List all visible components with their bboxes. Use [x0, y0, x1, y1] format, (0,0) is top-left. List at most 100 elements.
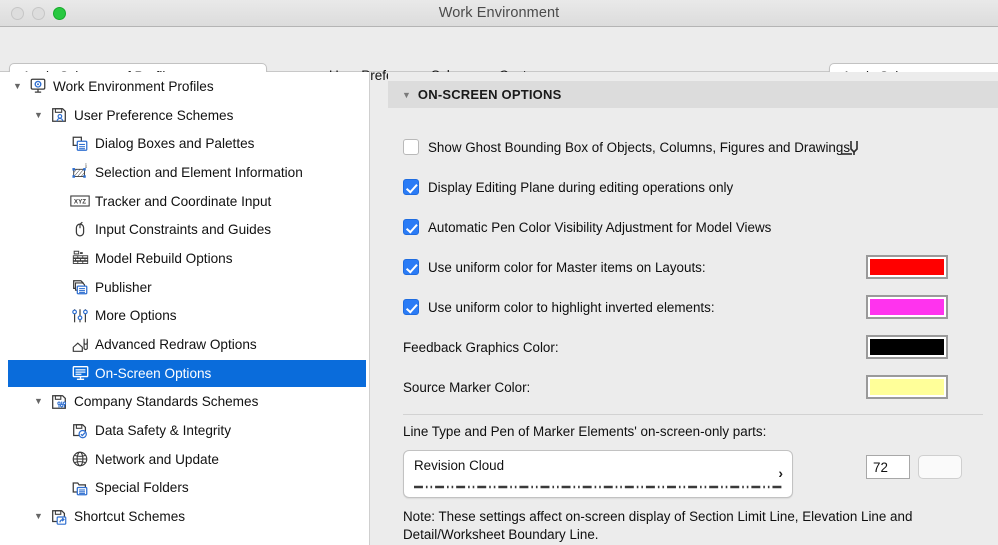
label-source-marker-color: Source Marker Color:: [403, 380, 531, 395]
triangle-down-icon: ▼: [402, 89, 411, 100]
zoom-button[interactable]: [53, 7, 66, 20]
chevron-right-icon: ›: [778, 465, 783, 481]
minimize-button[interactable]: [32, 7, 45, 20]
sidebar-item-user-preference-schemes[interactable]: ▼ User Preference Schemes: [0, 101, 369, 130]
sidebar-item-on-screen-options[interactable]: On-Screen Options: [0, 359, 369, 388]
close-button[interactable]: [11, 7, 24, 20]
sidebar-item-dialog-boxes-and-palettes[interactable]: Dialog Boxes and Palettes: [0, 129, 369, 158]
window-controls: [11, 7, 66, 20]
sliders-icon: [67, 307, 93, 325]
sidebar-item-model-rebuild-options[interactable]: Model Rebuild Options: [0, 244, 369, 273]
section-title: ON-SCREEN OPTIONS: [417, 87, 562, 102]
disk-person-icon: [46, 106, 72, 124]
house-tool-icon: [67, 336, 93, 354]
toolbar: Apply Schemes of Profile: › User Prefere…: [0, 27, 998, 90]
brick-wall-icon: [67, 249, 93, 267]
checkbox-master-items-color[interactable]: [403, 259, 419, 275]
twisty-expanded-icon[interactable]: ▼: [10, 81, 25, 91]
line-type-dropdown[interactable]: Revision Cloud ›: [403, 450, 793, 498]
pen-nib-icon: [840, 136, 864, 165]
section-divider: [403, 414, 983, 415]
checkbox-label: Display Editing Plane during editing ope…: [428, 179, 734, 195]
sidebar-item-publisher[interactable]: Publisher: [0, 273, 369, 302]
selection-hatch-icon: i: [67, 163, 93, 181]
checkbox-label: Automatic Pen Color Visibility Adjustmen…: [428, 219, 772, 235]
pen-number-input[interactable]: 72: [866, 455, 910, 479]
sidebar-item-label: Special Folders: [95, 480, 189, 496]
checkbox-row-inverted-elements-color[interactable]: Use uniform color to highlight inverted …: [403, 299, 715, 315]
windows-icon: [67, 135, 93, 153]
label-feedback-graphics-color: Feedback Graphics Color:: [403, 340, 559, 355]
checkbox-row-master-items-color[interactable]: Use uniform color for Master items on La…: [403, 259, 706, 275]
sidebar-item-shortcut-schemes[interactable]: ▼ Shortcut Schemes: [0, 502, 369, 531]
checkbox-label: Show Ghost Bounding Box of Objects, Colu…: [428, 139, 851, 155]
checkbox-row-pen-color-visibility[interactable]: Automatic Pen Color Visibility Adjustmen…: [403, 219, 771, 235]
checkbox-editing-plane[interactable]: [403, 179, 419, 195]
color-swatch-master-items[interactable]: [866, 255, 948, 279]
sidebar-item-label: More Options: [95, 308, 177, 324]
note-text: Note: These settings affect on-screen di…: [403, 509, 913, 542]
disk-shortcut-icon: [46, 508, 72, 526]
checkbox-ghost-bounding-box[interactable]: [403, 139, 419, 155]
sidebar-item-label: On-Screen Options: [95, 365, 212, 381]
color-fill: [870, 379, 944, 395]
screen-icon: [67, 364, 93, 382]
color-fill: [870, 299, 944, 315]
options-panel: ▼ ON-SCREEN OPTIONS Show Ghost Bounding …: [388, 72, 998, 545]
xyz-icon: XYZ: [67, 194, 93, 208]
checkbox-label: Use uniform color to highlight inverted …: [428, 299, 715, 315]
sidebar-item-label: Network and Update: [95, 451, 219, 467]
sidebar-item-company-standards-schemes[interactable]: ▼ Company Standards Schemes: [0, 388, 369, 417]
title-bar: Work Environment: [0, 0, 998, 27]
svg-text:XYZ: XYZ: [74, 199, 86, 206]
mouse-icon: [67, 221, 93, 239]
color-swatch-feedback-graphics[interactable]: [866, 335, 948, 359]
folder-list-icon: [67, 479, 93, 497]
checkbox-label: Use uniform color for Master items on La…: [428, 259, 706, 275]
line-type-preview: [414, 485, 782, 489]
sidebar-item-label: Shortcut Schemes: [74, 509, 186, 525]
svg-text:i: i: [85, 163, 87, 170]
sidebar-item-label: Model Rebuild Options: [95, 250, 233, 266]
twisty-expanded-icon[interactable]: ▼: [31, 110, 46, 120]
scheme-tree[interactable]: ▼ Work Environment Profiles ▼ User Preferen…: [0, 72, 370, 545]
sidebar-item-special-folders[interactable]: Special Folders: [0, 474, 369, 503]
pen-color-swatch[interactable]: [918, 455, 962, 479]
checkbox-inverted-elements-color[interactable]: [403, 299, 419, 315]
sidebar-item-label: Data Safety & Integrity: [95, 423, 232, 439]
sidebar-item-advanced-redraw-options[interactable]: Advanced Redraw Options: [0, 330, 369, 359]
color-fill: [870, 339, 944, 355]
checkbox-row-ghost-bounding-box[interactable]: Show Ghost Bounding Box of Objects, Colu…: [403, 139, 850, 155]
label-line-type-and-pen: Line Type and Pen of Marker Elements' on…: [403, 424, 767, 439]
line-type-value: Revision Cloud: [414, 458, 505, 473]
section-header-on-screen-options[interactable]: ▼ ON-SCREEN OPTIONS: [388, 81, 998, 108]
sidebar-item-label: Work Environment Profiles: [53, 78, 214, 94]
publisher-icon: [67, 278, 93, 296]
sidebar-item-label: Selection and Element Information: [95, 164, 303, 180]
sidebar-item-more-options[interactable]: More Options: [0, 302, 369, 331]
sidebar-item-network-and-update[interactable]: Network and Update: [0, 445, 369, 474]
sidebar-item-label: Advanced Redraw Options: [95, 337, 257, 353]
disk-check-icon: [67, 422, 93, 440]
sidebar-item-label: Publisher: [95, 279, 152, 295]
sidebar-item-selection-and-element-information[interactable]: i Selection and Element Information: [0, 158, 369, 187]
sidebar-item-label: Input Constraints and Guides: [95, 222, 272, 238]
sidebar-item-data-safety-integrity[interactable]: Data Safety & Integrity: [0, 416, 369, 445]
sidebar-item-tracker-and-coordinate-input[interactable]: XYZ Tracker and Coordinate Input: [0, 187, 369, 216]
sidebar-item-label: User Preference Schemes: [74, 107, 234, 123]
sidebar-item-work-environment-profiles[interactable]: ▼ Work Environment Profiles: [0, 72, 369, 101]
color-fill: [870, 259, 944, 275]
sidebar-item-label: Tracker and Coordinate Input: [95, 193, 272, 209]
window-title: Work Environment: [438, 5, 560, 21]
color-swatch-inverted-elements[interactable]: [866, 295, 948, 319]
globe-icon: [67, 450, 93, 468]
twisty-expanded-icon[interactable]: ▼: [31, 512, 46, 521]
sidebar-item-label: Company Standards Schemes: [74, 394, 259, 410]
disk-sliders-icon: [46, 393, 72, 411]
sidebar-item-input-constraints-and-guides[interactable]: Input Constraints and Guides: [0, 215, 369, 244]
twisty-expanded-icon[interactable]: ▼: [31, 397, 46, 406]
checkbox-pen-color-visibility[interactable]: [403, 219, 419, 235]
work-environment-window: Work Environment Apply Schemes of Profil…: [0, 0, 998, 545]
checkbox-row-editing-plane[interactable]: Display Editing Plane during editing ope…: [403, 179, 733, 195]
color-swatch-source-marker[interactable]: [866, 375, 948, 399]
